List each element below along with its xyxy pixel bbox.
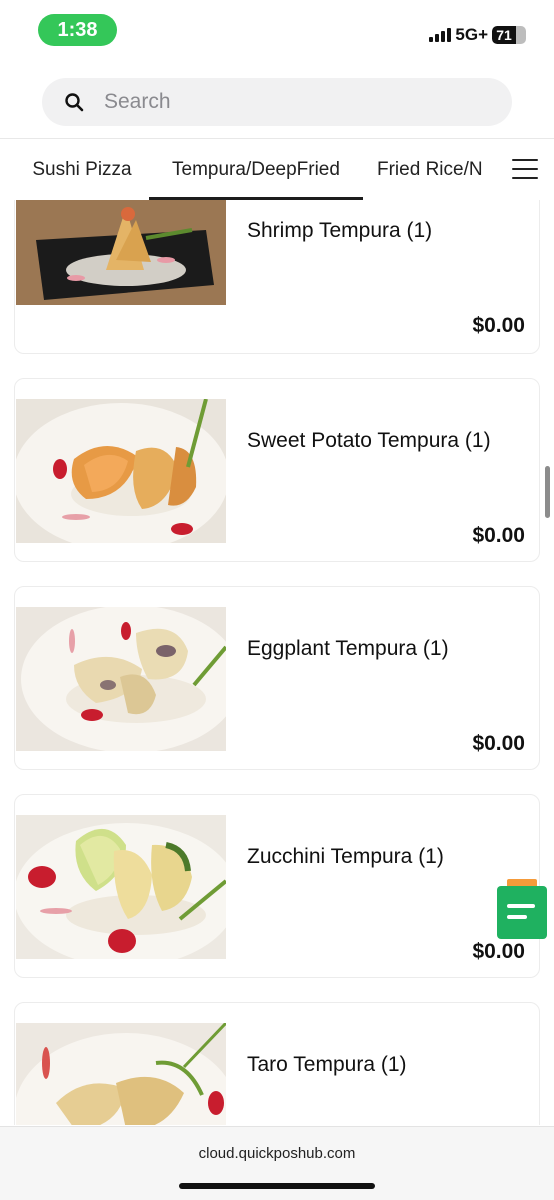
order-list-button[interactable]: [496, 878, 548, 940]
browser-url[interactable]: cloud.quickposhub.com: [0, 1145, 554, 1162]
search-bar[interactable]: [42, 78, 512, 126]
sweet-potato-tempura-photo: [16, 399, 226, 543]
cellular-signal-icon: [429, 28, 452, 42]
tab-tempura-deepfried[interactable]: Tempura/DeepFried: [149, 139, 363, 200]
category-tabs: Sushi Pizza Tempura/DeepFried Fried Rice…: [0, 138, 554, 200]
battery-icon: 71: [492, 26, 526, 44]
item-price: $0.00: [472, 732, 525, 755]
zucchini-tempura-photo: [16, 815, 226, 959]
status-time: 1:38: [38, 14, 117, 46]
app-screen: 1:38 5G+ 71 Sushi Pizza: [0, 0, 554, 1200]
menu-item-card[interactable]: Taro Tempura (1): [14, 1002, 540, 1125]
eggplant-tempura-photo: [16, 607, 226, 751]
menu-item-card[interactable]: Eggplant Tempura (1) $0.00: [14, 586, 540, 770]
browser-url-bar[interactable]: cloud.quickposhub.com: [0, 1126, 554, 1200]
item-name: Shrimp Tempura (1): [247, 219, 433, 242]
taro-tempura-photo: [16, 1023, 226, 1125]
order-list-icon: [497, 879, 547, 939]
home-indicator[interactable]: [179, 1183, 375, 1189]
menu-item-card[interactable]: Zucchini Tempura (1) $0.00: [14, 794, 540, 978]
tab-sushi-pizza[interactable]: Sushi Pizza: [16, 139, 148, 200]
menu-item-card[interactable]: Sweet Potato Tempura (1) $0.00: [14, 378, 540, 562]
search-icon: [62, 90, 86, 114]
shrimp-tempura-photo: [16, 200, 226, 305]
menu-item-card[interactable]: Shrimp Tempura (1) $0.00: [14, 200, 540, 354]
scrollbar[interactable]: [545, 466, 550, 518]
battery-percent: 71: [496, 27, 512, 43]
search-input[interactable]: [104, 90, 464, 114]
item-price: $0.00: [472, 940, 525, 963]
status-indicators: 5G+ 71: [429, 24, 526, 46]
item-name: Zucchini Tempura (1): [247, 845, 444, 868]
tab-label: Fried Rice/N: [377, 158, 483, 180]
item-name: Sweet Potato Tempura (1): [247, 429, 491, 452]
status-bar: 1:38 5G+ 71: [0, 0, 554, 60]
item-price: $0.00: [472, 314, 525, 337]
tab-label: Sushi Pizza: [32, 158, 132, 180]
hamburger-menu-icon[interactable]: [512, 156, 538, 182]
menu-item-list[interactable]: Shrimp Tempura (1) $0.00 Sweet Potato Te…: [0, 200, 554, 1125]
network-type: 5G+: [455, 25, 488, 44]
item-name: Taro Tempura (1): [247, 1053, 407, 1076]
item-price: $0.00: [472, 524, 525, 547]
category-tabs-scroller[interactable]: Sushi Pizza Tempura/DeepFried Fried Rice…: [0, 139, 492, 200]
tab-fried-rice[interactable]: Fried Rice/N: [377, 139, 492, 200]
item-name: Eggplant Tempura (1): [247, 637, 449, 660]
tab-label: Tempura/DeepFried: [172, 158, 340, 180]
